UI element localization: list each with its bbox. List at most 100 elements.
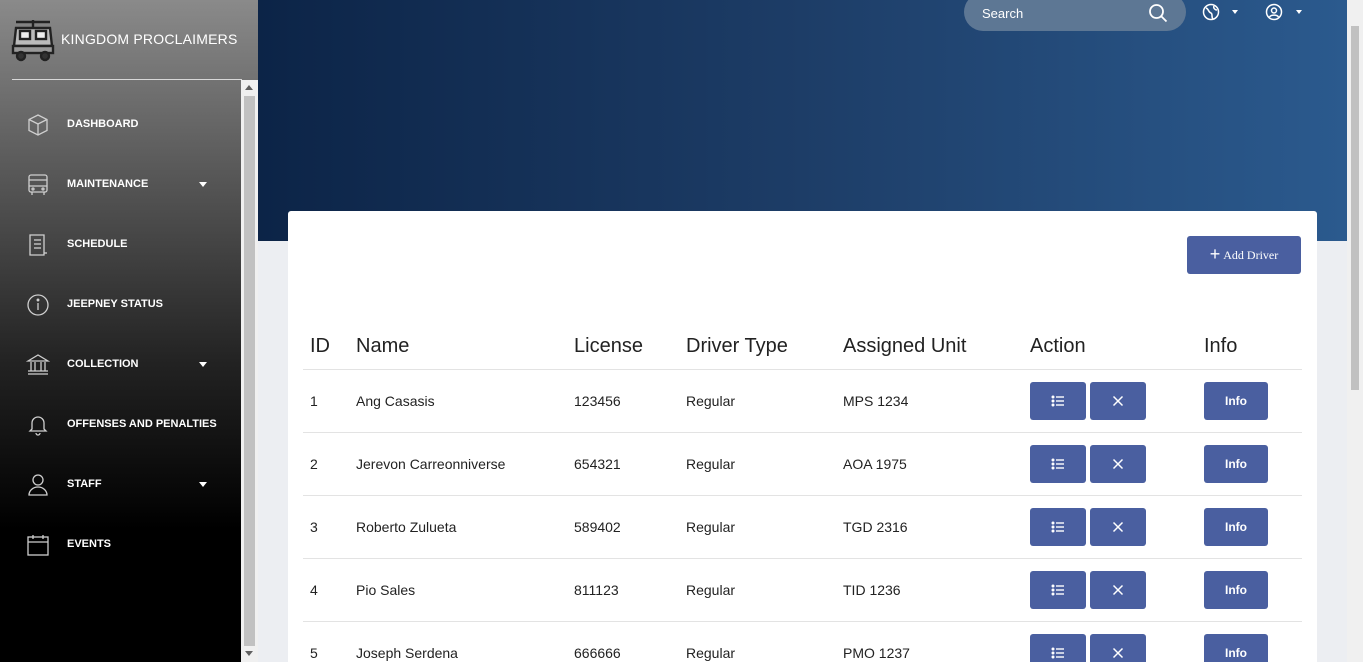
plus-icon: + (1209, 243, 1221, 264)
cell-action (1023, 558, 1197, 622)
sidebar-item-jeepney-status[interactable]: JEEPNEY STATUS (0, 274, 241, 334)
cell-driver-type: Regular (679, 621, 836, 662)
list-icon (1051, 395, 1064, 406)
bank-icon (26, 354, 50, 375)
bell-icon (28, 416, 48, 436)
view-details-button[interactable] (1030, 633, 1086, 662)
cell-name: Joseph Serdena (349, 621, 567, 662)
add-driver-button[interactable]: + Add Driver (1187, 236, 1301, 274)
chevron-down-icon[interactable] (1232, 10, 1238, 14)
table-row: 1 Ang Casasis 123456 Regular MPS 1234 In… (303, 369, 1302, 433)
scroll-down-arrow-icon[interactable] (245, 651, 253, 656)
add-driver-label: Add Driver (1223, 247, 1279, 262)
document-icon (29, 234, 47, 256)
search-box[interactable] (964, 0, 1186, 31)
delete-button[interactable] (1090, 444, 1146, 483)
sidebar-item-schedule[interactable]: SCHEDULE (0, 214, 241, 274)
view-details-button[interactable] (1030, 507, 1086, 546)
cell-assigned-unit: TID 1236 (836, 558, 1023, 622)
cell-license: 589402 (567, 495, 679, 559)
delete-button[interactable] (1090, 507, 1146, 546)
info-button[interactable]: Info (1204, 633, 1268, 662)
globe-icon[interactable] (1201, 2, 1221, 22)
column-header-driver-type[interactable]: Driver Type (679, 324, 836, 370)
close-icon (1112, 458, 1124, 469)
list-icon (1051, 647, 1064, 658)
cell-info: Info (1197, 495, 1302, 559)
cell-license: 666666 (567, 621, 679, 662)
cell-info: Info (1197, 621, 1302, 662)
page-scrollbar-thumb[interactable] (1351, 26, 1359, 390)
info-button[interactable]: Info (1204, 444, 1268, 483)
cell-license: 123456 (567, 369, 679, 433)
sidebar-item-offenses[interactable]: OFFENSES AND PENALTIES (0, 394, 241, 454)
chevron-down-icon[interactable] (199, 182, 207, 187)
page-scrollbar[interactable] (1347, 0, 1363, 662)
account-icon[interactable] (1264, 2, 1284, 22)
table-header-row: ID Name License Driver Type Assigned Uni… (303, 324, 1302, 370)
sidebar-item-label: MAINTENANCE (67, 178, 149, 190)
user-icon (28, 474, 48, 496)
sidebar-item-events[interactable]: EVENTS (0, 514, 241, 574)
brand-name: KINGDOM PROCLAIMERS (61, 31, 238, 47)
cell-id: 2 (303, 432, 349, 496)
cell-info: Info (1197, 369, 1302, 433)
search-input[interactable] (982, 1, 1142, 25)
list-icon (1051, 521, 1064, 532)
chevron-down-icon[interactable] (199, 482, 207, 487)
column-header-id[interactable]: ID (303, 324, 349, 370)
cell-info: Info (1197, 558, 1302, 622)
sidebar-item-collection[interactable]: COLLECTION (0, 334, 241, 394)
column-header-name[interactable]: Name (349, 324, 567, 370)
close-icon (1112, 521, 1124, 532)
cell-assigned-unit: MPS 1234 (836, 369, 1023, 433)
cell-assigned-unit: PMO 1237 (836, 621, 1023, 662)
cell-action (1023, 369, 1197, 433)
chevron-down-icon[interactable] (1296, 10, 1302, 14)
column-header-assigned-unit[interactable]: Assigned Unit (836, 324, 1023, 370)
cell-license: 654321 (567, 432, 679, 496)
sidebar-item-label: STAFF (67, 478, 102, 490)
sidebar-scrollbar[interactable] (241, 80, 258, 662)
view-details-button[interactable] (1030, 381, 1086, 420)
sidebar-scrollbar-thumb[interactable] (244, 96, 255, 646)
cell-name: Pio Sales (349, 558, 567, 622)
cell-driver-type: Regular (679, 558, 836, 622)
sidebar: KINGDOM PROCLAIMERS DASHBOARD MAINTENANC… (0, 0, 258, 662)
delete-button[interactable] (1090, 570, 1146, 609)
column-header-license[interactable]: License (567, 324, 679, 370)
drivers-card: + Add Driver ID Name License Driver Type… (288, 211, 1317, 662)
sidebar-item-label: EVENTS (67, 538, 112, 550)
info-button[interactable]: Info (1204, 381, 1268, 420)
info-button[interactable]: Info (1204, 570, 1268, 609)
cell-id: 3 (303, 495, 349, 559)
sidebar-item-label: DASHBOARD (67, 118, 139, 130)
search-icon[interactable] (1148, 3, 1168, 23)
list-icon (1051, 458, 1064, 469)
close-icon (1112, 647, 1124, 658)
cell-assigned-unit: TGD 2316 (836, 495, 1023, 559)
cell-action (1023, 432, 1197, 496)
cell-info: Info (1197, 432, 1302, 496)
view-details-button[interactable] (1030, 570, 1086, 609)
view-details-button[interactable] (1030, 444, 1086, 483)
cell-id: 5 (303, 621, 349, 662)
sidebar-item-dashboard[interactable]: DASHBOARD (0, 94, 241, 154)
column-header-action: Action (1023, 324, 1197, 370)
chevron-down-icon[interactable] (199, 362, 207, 367)
delete-button[interactable] (1090, 381, 1146, 420)
scroll-up-arrow-icon[interactable] (245, 85, 253, 90)
sidebar-item-staff[interactable]: STAFF (0, 454, 241, 514)
sidebar-nav: DASHBOARD MAINTENANCE SCHEDULE JEEPNEY S… (0, 94, 241, 574)
table-row: 5 Joseph Serdena 666666 Regular PMO 1237 (303, 621, 1302, 662)
cell-name: Ang Casasis (349, 369, 567, 433)
delete-button[interactable] (1090, 633, 1146, 662)
list-icon (1051, 584, 1064, 595)
info-button[interactable]: Info (1204, 507, 1268, 546)
cell-driver-type: Regular (679, 495, 836, 559)
cell-id: 1 (303, 369, 349, 433)
jeepney-logo-icon (11, 20, 55, 62)
brand[interactable]: KINGDOM PROCLAIMERS (0, 0, 258, 80)
cell-name: Jerevon Carreonniverse (349, 432, 567, 496)
sidebar-item-maintenance[interactable]: MAINTENANCE (0, 154, 241, 214)
